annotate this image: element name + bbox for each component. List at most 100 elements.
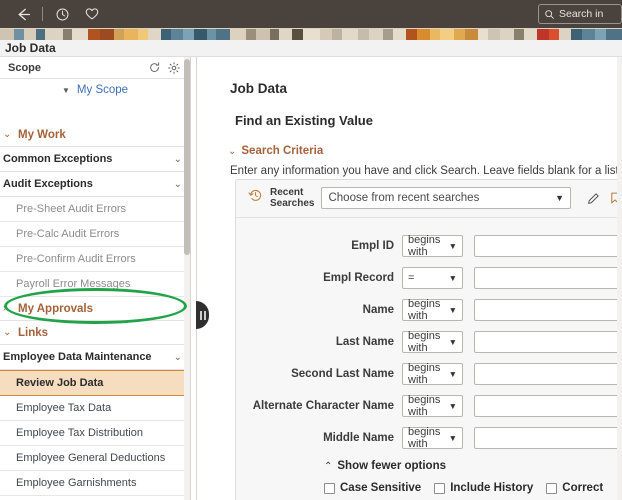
recent-label-line1: Recent (270, 187, 304, 198)
page-title-bar: Job Data (0, 40, 622, 57)
chevron-down-icon: ⌄ (3, 327, 12, 338)
left-sidebar: Scope ▼ My Scope ⌄ My Work Common Except… (0, 57, 191, 500)
field-value-input[interactable] (474, 395, 622, 417)
refresh-icon[interactable] (144, 59, 164, 77)
show-fewer-options-toggle[interactable]: ⌃ Show fewer options (324, 460, 622, 472)
application-window: Search in Job Data Scope ▼ My Scope ⌄ My… (0, 0, 622, 500)
sidebar-item-review-job-data[interactable]: Review Job Data (0, 370, 190, 396)
checkbox-box[interactable] (434, 482, 446, 494)
content-subtitle: Find an Existing Value (235, 113, 373, 128)
sidebar-item-label: Employee Garnishments (16, 477, 137, 489)
checkbox-case-sensitive[interactable]: Case Sensitive (324, 482, 421, 494)
field-row-second-last-name: Second Last Name begins with ▼ (236, 358, 622, 390)
field-operator-value: begins with (408, 394, 441, 418)
my-scope-link[interactable]: My Scope (77, 84, 128, 96)
sidebar-group-common-exceptions[interactable]: Common Exceptions ⌄ (0, 147, 190, 172)
field-operator-value: begins with (408, 330, 441, 354)
sidebar-item-label: Pre-Sheet Audit Errors (16, 203, 127, 215)
field-operator-select[interactable]: begins with ▼ (402, 330, 463, 354)
main-scrollbar[interactable] (617, 57, 622, 500)
sidebar-scrollbar[interactable] (184, 57, 190, 500)
checkbox-correct[interactable]: Correct (546, 482, 603, 494)
recent-label-line2: Searches (270, 198, 315, 209)
field-value-input[interactable] (474, 331, 622, 353)
chevron-up-icon: ⌃ (324, 460, 333, 472)
global-search-box[interactable]: Search in (538, 4, 622, 24)
sidebar-item-employee-tax-distribution[interactable]: Employee Tax Distribution (0, 421, 190, 446)
clock-icon[interactable] (47, 0, 77, 28)
sidebar-group-audit-exceptions[interactable]: Audit Exceptions ⌄ (0, 172, 190, 197)
gear-icon[interactable] (164, 59, 184, 77)
recent-searches-row: Recent Searches Choose from recent searc… (236, 180, 622, 218)
my-scope-row[interactable]: ▼ My Scope (0, 79, 190, 101)
recent-searches-select[interactable]: Choose from recent searches ▼ (321, 187, 571, 209)
search-icon (545, 9, 554, 19)
sidebar-section-label: My Work (18, 128, 66, 141)
chevron-down-icon: ▼ (448, 369, 457, 379)
checkbox-label: Include History (450, 482, 534, 494)
field-operator-select[interactable]: begins with ▼ (402, 362, 463, 386)
field-value-input[interactable] (474, 235, 622, 257)
chevron-down-icon: ⌄ (173, 178, 182, 190)
sidebar-item-pre-confirm-audit-errors[interactable]: Pre-Confirm Audit Errors (0, 247, 190, 272)
sidebar-item-pre-sheet-audit-errors[interactable]: Pre-Sheet Audit Errors (0, 197, 190, 222)
sidebar-group-employee-data-maintenance[interactable]: Employee Data Maintenance ⌄ (0, 345, 190, 370)
field-value-input[interactable] (474, 267, 622, 289)
checkbox-include-history[interactable]: Include History (434, 482, 533, 494)
field-operator-select[interactable]: begins with ▼ (402, 298, 463, 322)
field-row-middle-name: Middle Name begins with ▼ (236, 422, 622, 454)
page-title: Job Data (5, 41, 56, 55)
sidebar-scrollbar-thumb[interactable] (184, 59, 190, 255)
field-value-input[interactable] (474, 299, 622, 321)
topbar-left-actions (0, 0, 107, 28)
sidebar-item-employee-tax-data[interactable]: Employee Tax Data (0, 396, 190, 421)
chevron-down-icon: ▼ (448, 273, 457, 283)
heart-icon[interactable] (77, 0, 107, 28)
field-operator-select[interactable]: begins with ▼ (402, 234, 463, 258)
sidebar-item-label: Pre-Confirm Audit Errors (16, 253, 136, 265)
field-operator-select[interactable]: begins with ▼ (402, 426, 463, 450)
field-row-last-name: Last Name begins with ▼ (236, 326, 622, 358)
field-label: Last Name (335, 336, 394, 348)
content-title: Job Data (230, 81, 288, 96)
sidebar-item-employee-garnishments[interactable]: Employee Garnishments (0, 471, 190, 496)
sidebar-item-payroll-error-messages[interactable]: Payroll Error Messages (0, 272, 190, 297)
sidebar-section-my-approvals[interactable]: › My Approvals (0, 297, 190, 321)
pencil-icon[interactable] (586, 191, 601, 206)
field-value-input[interactable] (474, 427, 622, 449)
sidebar-group-label: Common Exceptions (3, 153, 113, 165)
chevron-down-icon: ▼ (555, 193, 564, 203)
field-operator-value: begins with (408, 362, 441, 386)
sidebar-section-links[interactable]: ⌄ Links (0, 321, 190, 345)
chevron-down-icon: ▼ (448, 241, 457, 251)
collapse-handle-bars (199, 310, 206, 320)
chevron-down-icon: ▼ (448, 401, 457, 411)
field-operator-select[interactable]: begins with ▼ (402, 394, 463, 418)
search-fields-list: Empl ID begins with ▼ Empl Record = ▼ Na… (236, 218, 622, 454)
chevron-down-icon: ▼ (448, 305, 457, 315)
search-criteria-toggle[interactable]: ⌄ Search Criteria (228, 145, 622, 157)
field-row-name: Name begins with ▼ (236, 294, 622, 326)
sidebar-item-label: Employee General Deductions (16, 452, 166, 464)
back-arrow-icon[interactable] (8, 0, 38, 28)
checkbox-box[interactable] (546, 482, 558, 494)
scope-header: Scope (0, 57, 190, 79)
sidebar-item-employee-general-deductions[interactable]: Employee General Deductions (0, 446, 190, 471)
field-operator-value: = (408, 272, 415, 284)
field-label: Name (362, 304, 394, 316)
chevron-down-icon: ▼ (448, 337, 457, 347)
search-criteria-panel: Recent Searches Choose from recent searc… (235, 179, 622, 500)
sidebar-item-label: Employee Tax Distribution (16, 427, 143, 439)
show-fewer-options-label: Show fewer options (337, 460, 447, 472)
chevron-down-icon: ⌄ (173, 351, 182, 363)
recent-searches-label: Recent Searches (270, 187, 314, 209)
sidebar-item-pre-calc-audit-errors[interactable]: Pre-Calc Audit Errors (0, 222, 190, 247)
field-operator-select[interactable]: = ▼ (402, 267, 463, 289)
main-content-area: Job Data Find an Existing Value ⌄ Search… (210, 57, 622, 500)
sidebar-section-my-work[interactable]: ⌄ My Work (0, 123, 190, 147)
collapse-panel-icon[interactable] (196, 301, 209, 329)
search-criteria-label: Search Criteria (241, 145, 324, 157)
checkbox-box[interactable] (324, 482, 335, 494)
field-value-input[interactable] (474, 363, 622, 385)
